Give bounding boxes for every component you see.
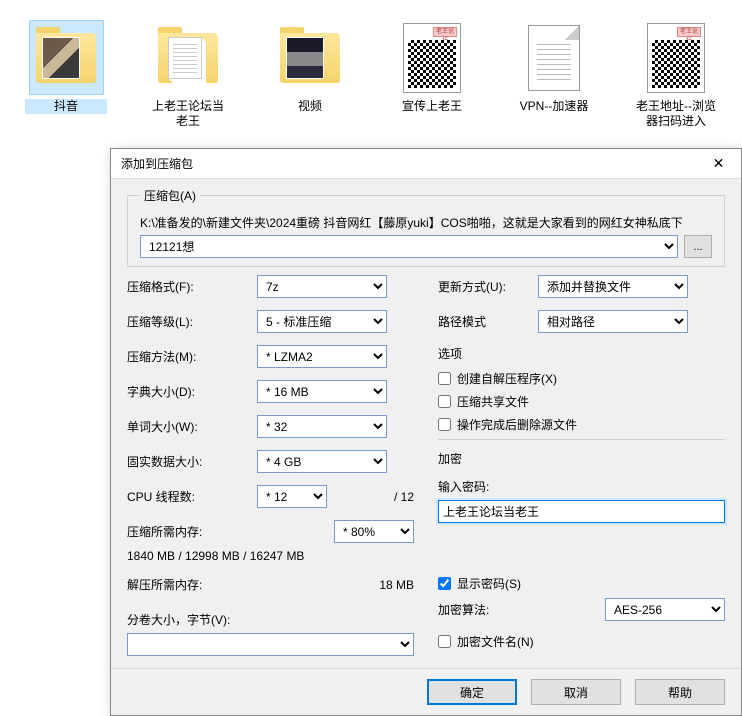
level-select[interactable]: 5 - 标准压缩	[257, 310, 387, 333]
delete-label: 操作完成后删除源文件	[457, 416, 577, 433]
word-select[interactable]: * 32	[257, 415, 387, 438]
archive-legend: 压缩包(A)	[140, 187, 200, 204]
delete-checkbox[interactable]	[438, 418, 451, 431]
encnames-checkbox[interactable]	[438, 635, 451, 648]
right-column: 更新方式(U):添加并替换文件 路径模式相对路径 选项 创建自解压程序(X) 压…	[438, 275, 725, 668]
file-label: 上老王论坛当老王	[147, 99, 229, 129]
share-label: 压缩共享文件	[457, 393, 529, 410]
algo-label: 加密算法:	[438, 601, 538, 618]
file-label: 宣传上老王	[391, 99, 473, 114]
encrypt-group-title: 加密	[438, 450, 725, 467]
file-item-promo[interactable]: 老王论坛 宣传上老王	[391, 20, 473, 129]
browse-button[interactable]: ...	[684, 235, 712, 258]
file-label: 老王地址--浏览器扫码进入	[635, 99, 717, 129]
folder-icon	[151, 20, 226, 95]
file-item-laowang[interactable]: 上老王论坛当老王	[147, 20, 229, 129]
update-label: 更新方式(U):	[438, 278, 538, 295]
help-button[interactable]: 帮助	[635, 679, 725, 705]
file-item-laowang-qr[interactable]: 老王论坛 老王地址--浏览器扫码进入	[635, 20, 717, 129]
pathmode-select[interactable]: 相对路径	[538, 310, 688, 333]
showpwd-label: 显示密码(S)	[457, 575, 521, 592]
desktop-file-grid: 抖音 上老王论坛当老王 视频 老王论坛 宣传上老王 VPN--加速器 老王论坛 …	[0, 0, 742, 149]
showpwd-checkbox[interactable]	[438, 577, 451, 590]
folder-icon	[273, 20, 348, 95]
password-input[interactable]	[438, 500, 725, 523]
sfx-label: 创建自解压程序(X)	[457, 370, 557, 387]
separator	[438, 439, 725, 440]
dict-label: 字典大小(D):	[127, 383, 257, 400]
folder-icon	[29, 20, 104, 95]
file-item-vpn[interactable]: VPN--加速器	[513, 20, 595, 129]
cpu-select[interactable]: * 12	[257, 485, 327, 508]
dialog-title: 添加到压缩包	[121, 155, 696, 172]
method-label: 压缩方法(M):	[127, 348, 257, 365]
pathmode-label: 路径模式	[438, 313, 538, 330]
dict-select[interactable]: * 16 MB	[257, 380, 387, 403]
dialog-body: 压缩包(A) K:\准备发的\新建文件夹\2024重磅 抖音网红【藤原yuki】…	[111, 179, 741, 668]
password-label: 输入密码:	[438, 478, 568, 495]
cpu-label: CPU 线程数:	[127, 488, 257, 505]
mem-detail: 1840 MB / 12998 MB / 16247 MB	[127, 549, 414, 563]
split-label: 分卷大小，字节(V):	[127, 611, 230, 628]
split-select[interactable]	[127, 633, 414, 656]
algo-select[interactable]: AES-256	[605, 598, 725, 621]
word-label: 单词大小(W):	[127, 418, 257, 435]
mem-compress-label: 压缩所需内存:	[127, 523, 257, 540]
method-select[interactable]: * LZMA2	[257, 345, 387, 368]
archive-fieldset: 压缩包(A) K:\准备发的\新建文件夹\2024重磅 抖音网红【藤原yuki】…	[127, 187, 725, 267]
file-item-video[interactable]: 视频	[269, 20, 351, 129]
cpu-total: / 12	[394, 490, 414, 504]
archive-path: K:\准备发的\新建文件夹\2024重磅 抖音网红【藤原yuki】COS啪啪，这…	[140, 214, 712, 231]
mem-percent-select[interactable]: * 80%	[334, 520, 414, 543]
close-button[interactable]: ✕	[696, 149, 741, 179]
options-group-title: 选项	[438, 345, 725, 362]
titlebar[interactable]: 添加到压缩包 ✕	[111, 149, 741, 179]
share-checkbox[interactable]	[438, 395, 451, 408]
file-item-douyin[interactable]: 抖音	[25, 20, 107, 129]
mem-decompress-label: 解压所需内存:	[127, 576, 257, 593]
cancel-button[interactable]: 取消	[531, 679, 621, 705]
add-to-archive-dialog: 添加到压缩包 ✕ 压缩包(A) K:\准备发的\新建文件夹\2024重磅 抖音网…	[110, 148, 742, 716]
mem-decompress-value: 18 MB	[379, 578, 414, 592]
file-label: VPN--加速器	[513, 99, 595, 114]
solid-select[interactable]: * 4 GB	[257, 450, 387, 473]
update-select[interactable]: 添加并替换文件	[538, 275, 688, 298]
text-file-icon	[517, 20, 592, 95]
encnames-label: 加密文件名(N)	[457, 633, 534, 650]
format-select[interactable]: 7z	[257, 275, 387, 298]
format-label: 压缩格式(F):	[127, 278, 257, 295]
left-column: 压缩格式(F):7z 压缩等级(L):5 - 标准压缩 压缩方法(M):* LZ…	[127, 275, 414, 668]
archive-name-combo[interactable]: 12121想	[140, 235, 678, 258]
file-label: 抖音	[25, 99, 107, 114]
file-label: 视频	[269, 99, 351, 114]
document-icon: 老王论坛	[395, 20, 470, 95]
dialog-footer: 确定 取消 帮助	[111, 668, 741, 715]
solid-label: 固实数据大小:	[127, 453, 257, 470]
document-icon: 老王论坛	[639, 20, 714, 95]
ok-button[interactable]: 确定	[427, 679, 517, 705]
level-label: 压缩等级(L):	[127, 313, 257, 330]
sfx-checkbox[interactable]	[438, 372, 451, 385]
